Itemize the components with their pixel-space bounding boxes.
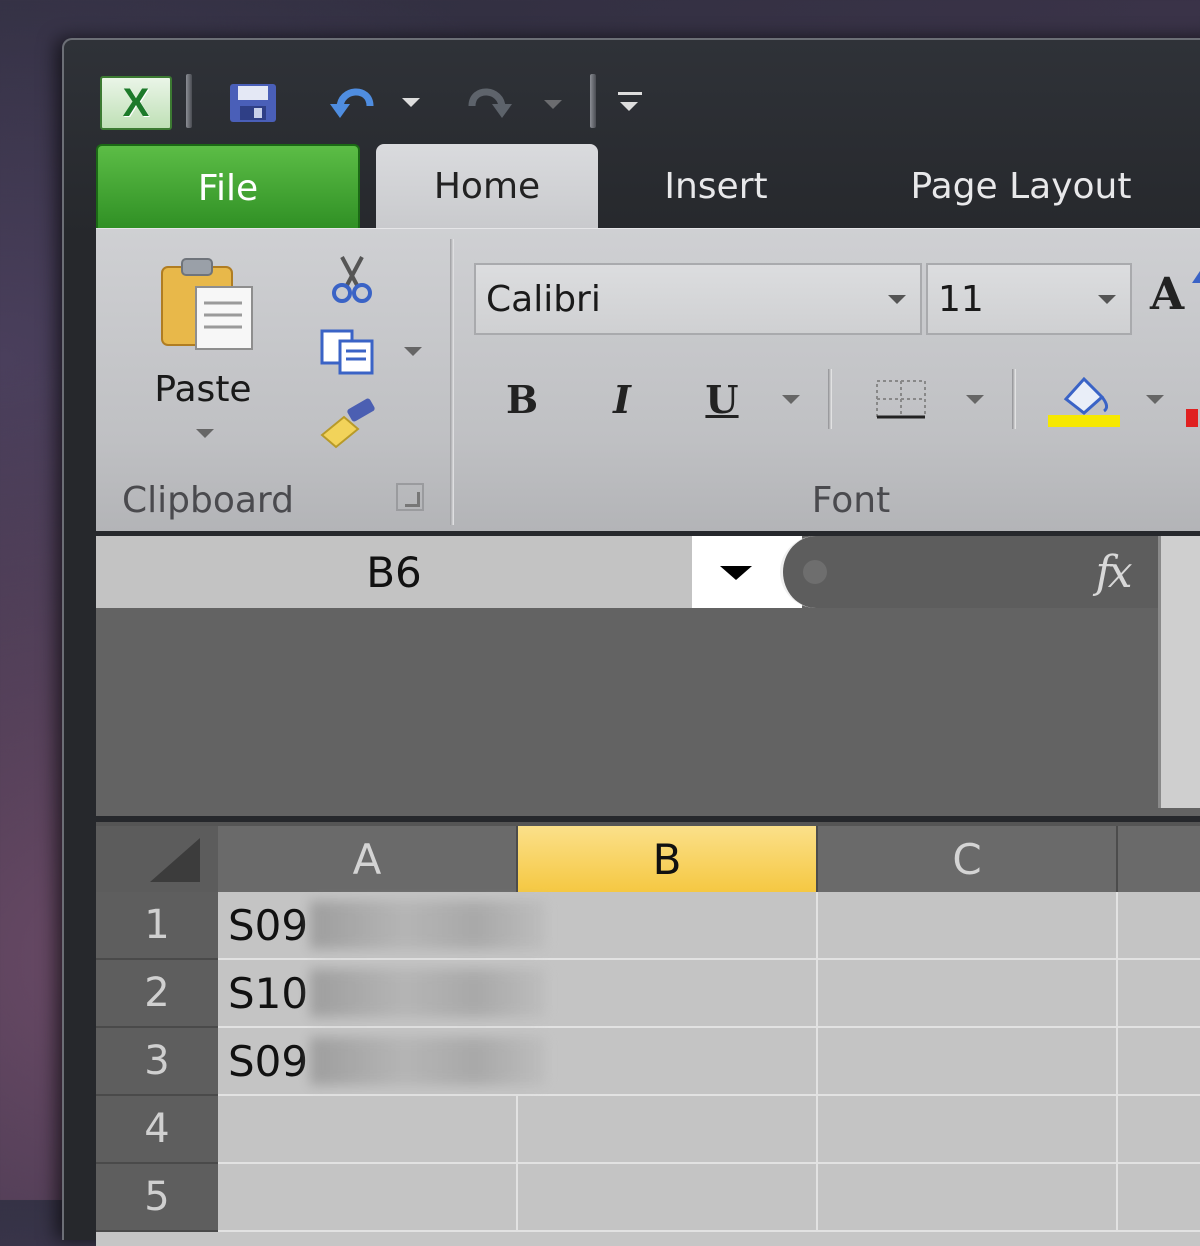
insert-function-button[interactable]: fx	[1072, 540, 1152, 604]
clipboard-group: Paste Clipboard	[96, 229, 450, 529]
cell-d5[interactable]	[1118, 1164, 1200, 1232]
formula-input[interactable]	[96, 608, 1158, 808]
cell-b3[interactable]	[566, 1028, 818, 1096]
resize-handle-icon	[803, 560, 827, 584]
cell-b1[interactable]	[566, 892, 818, 960]
clipboard-group-label: Clipboard	[122, 480, 294, 521]
fill-color-dropdown-icon[interactable]	[1146, 395, 1164, 404]
tab-file[interactable]: File	[96, 144, 360, 230]
font-name-dropdown-icon[interactable]	[888, 295, 906, 304]
cell-a4[interactable]	[218, 1096, 518, 1164]
paste-label: Paste	[154, 369, 252, 410]
excel-window: X File Home Insert Page Layout Paste Cli…	[62, 38, 1200, 1246]
font-group: Calibri 11 A B I U Font	[456, 229, 1200, 529]
cell-d4[interactable]	[1118, 1096, 1200, 1164]
font-group-label: Font	[811, 480, 891, 521]
paste-dropdown-icon[interactable]	[196, 429, 214, 438]
ribbon-home: Paste Clipboard Calibri 11 A B I U Font	[96, 228, 1200, 531]
grow-font-icon[interactable]: A	[1150, 269, 1200, 329]
cell-a5[interactable]	[218, 1164, 518, 1232]
cell-c4[interactable]	[818, 1096, 1118, 1164]
blurred-text	[310, 901, 547, 949]
cell-c5[interactable]	[818, 1164, 1118, 1232]
paint-bucket-icon	[1048, 376, 1120, 427]
cell-d1[interactable]	[1118, 892, 1200, 960]
underline-button[interactable]: U	[692, 369, 752, 429]
cell-b4[interactable]	[518, 1096, 818, 1164]
toolbar-separator	[828, 369, 832, 429]
select-all-button[interactable]	[96, 826, 218, 892]
font-name-select[interactable]: Calibri	[474, 263, 922, 335]
ribbon-tabs: File Home Insert Page Layout	[96, 144, 1200, 230]
worksheet-grid: A B C 1 2 3 4 5 S09 S10 S09	[96, 822, 1200, 1246]
ribbon-group-separator	[450, 239, 454, 525]
undo-dropdown-icon[interactable]	[402, 98, 426, 112]
borders-button[interactable]	[866, 369, 936, 429]
fill-color-button[interactable]	[1044, 369, 1124, 429]
formula-bar-area: B6 fx	[96, 536, 1200, 816]
cell-b2[interactable]	[566, 960, 818, 1028]
paste-icon	[161, 258, 253, 350]
cell-c1[interactable]	[818, 892, 1118, 960]
underline-dropdown-icon[interactable]	[782, 395, 800, 404]
font-name-value: Calibri	[486, 278, 601, 320]
column-header-a[interactable]: A	[218, 826, 518, 892]
redo-icon[interactable]	[460, 78, 516, 126]
borders-dropdown-icon[interactable]	[966, 395, 984, 404]
cell-d3[interactable]	[1118, 1028, 1200, 1096]
row-header-4[interactable]: 4	[96, 1096, 218, 1164]
cut-icon[interactable]	[322, 253, 382, 305]
cell-a3[interactable]: S09	[218, 1028, 566, 1096]
column-header-row: A B C	[96, 826, 1200, 892]
font-size-select[interactable]: 11	[926, 263, 1132, 335]
row-header-1[interactable]: 1	[96, 892, 218, 960]
toolbar-separator	[590, 74, 596, 128]
tab-home[interactable]: Home	[376, 144, 598, 228]
blurred-text	[310, 969, 547, 1017]
copy-dropdown-icon[interactable]	[404, 347, 422, 356]
undo-icon[interactable]	[326, 78, 382, 126]
column-header-c[interactable]: C	[818, 826, 1118, 892]
row-header-5[interactable]: 5	[96, 1164, 218, 1232]
tab-page-layout[interactable]: Page Layout	[856, 144, 1186, 228]
row-header-3[interactable]: 3	[96, 1028, 218, 1096]
chevron-down-icon	[720, 566, 752, 580]
font-size-value: 11	[938, 278, 984, 320]
cell-c2[interactable]	[818, 960, 1118, 1028]
italic-button[interactable]: I	[592, 369, 652, 429]
copy-icon[interactable]	[318, 325, 378, 377]
customize-qat-icon[interactable]	[616, 92, 646, 116]
cell-a1[interactable]: S09	[218, 892, 566, 960]
borders-icon	[876, 380, 926, 419]
tab-insert[interactable]: Insert	[626, 144, 806, 228]
cell-c3[interactable]	[818, 1028, 1118, 1096]
column-header-d[interactable]	[1118, 826, 1200, 892]
quick-access-toolbar: X	[100, 70, 660, 130]
column-header-b[interactable]: B	[518, 826, 818, 892]
font-color-icon[interactable]	[1186, 409, 1198, 427]
toolbar-separator	[1012, 369, 1016, 429]
format-painter-icon[interactable]	[318, 397, 378, 449]
font-size-dropdown-icon[interactable]	[1098, 295, 1116, 304]
excel-icon[interactable]: X	[100, 76, 172, 130]
save-icon[interactable]	[224, 80, 284, 126]
clipboard-dialog-launcher-icon[interactable]	[396, 483, 424, 511]
redo-dropdown-icon[interactable]	[544, 100, 568, 114]
toolbar-separator	[186, 74, 192, 128]
bold-button[interactable]: B	[492, 369, 552, 429]
cell-a2[interactable]: S10	[218, 960, 566, 1028]
cell-b5[interactable]	[518, 1164, 818, 1232]
paste-button[interactable]: Paste	[138, 253, 268, 453]
formula-bar-expand-area[interactable]	[1158, 536, 1200, 808]
cell-d2[interactable]	[1118, 960, 1200, 1028]
row-header-2[interactable]: 2	[96, 960, 218, 1028]
name-box[interactable]: B6	[96, 536, 692, 608]
blurred-text	[310, 1037, 547, 1085]
